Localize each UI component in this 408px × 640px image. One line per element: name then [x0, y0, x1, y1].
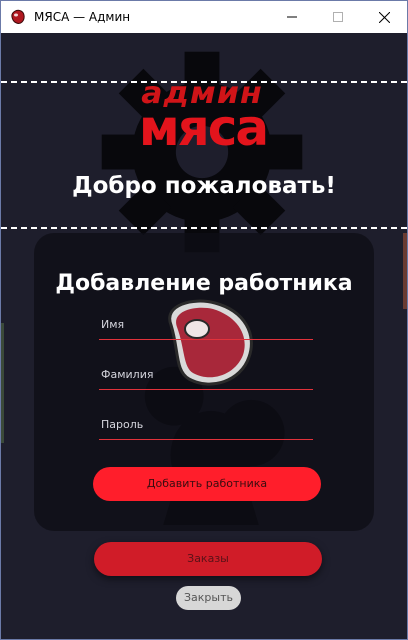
- divider-bottom: [1, 227, 407, 229]
- close-window-button[interactable]: [361, 1, 407, 33]
- maximize-button[interactable]: [315, 1, 361, 33]
- first-name-label: Имя: [101, 318, 125, 331]
- window-title: МЯСА — Админ: [34, 10, 131, 24]
- title-bar[interactable]: МЯСА — Админ: [1, 1, 407, 33]
- password-label: Пароль: [101, 418, 144, 431]
- last-name-field[interactable]: Фамилия: [99, 365, 313, 390]
- close-button[interactable]: Закрыть: [176, 586, 241, 610]
- first-name-field[interactable]: Имя: [99, 315, 313, 340]
- background-edge: [1, 323, 4, 443]
- password-field[interactable]: Пароль: [99, 415, 313, 440]
- app-steak-icon: [10, 9, 26, 25]
- orders-button[interactable]: Заказы: [94, 542, 322, 576]
- close-icon: [378, 11, 390, 23]
- main-content: админ мяса Добро пожаловать! Добавление …: [1, 33, 407, 639]
- app-window: МЯСА — Админ админ мяса Добро пожаловать…: [0, 0, 408, 640]
- minimize-button[interactable]: [269, 1, 315, 33]
- maximize-icon: [333, 12, 343, 22]
- logo-main-text: мяса: [138, 99, 269, 157]
- last-name-label: Фамилия: [101, 368, 154, 381]
- form-title: Добавление работника: [55, 271, 353, 296]
- minimize-icon: [287, 16, 297, 18]
- welcome-heading: Добро пожаловать!: [72, 173, 336, 199]
- add-worker-button[interactable]: Добавить работника: [93, 467, 321, 501]
